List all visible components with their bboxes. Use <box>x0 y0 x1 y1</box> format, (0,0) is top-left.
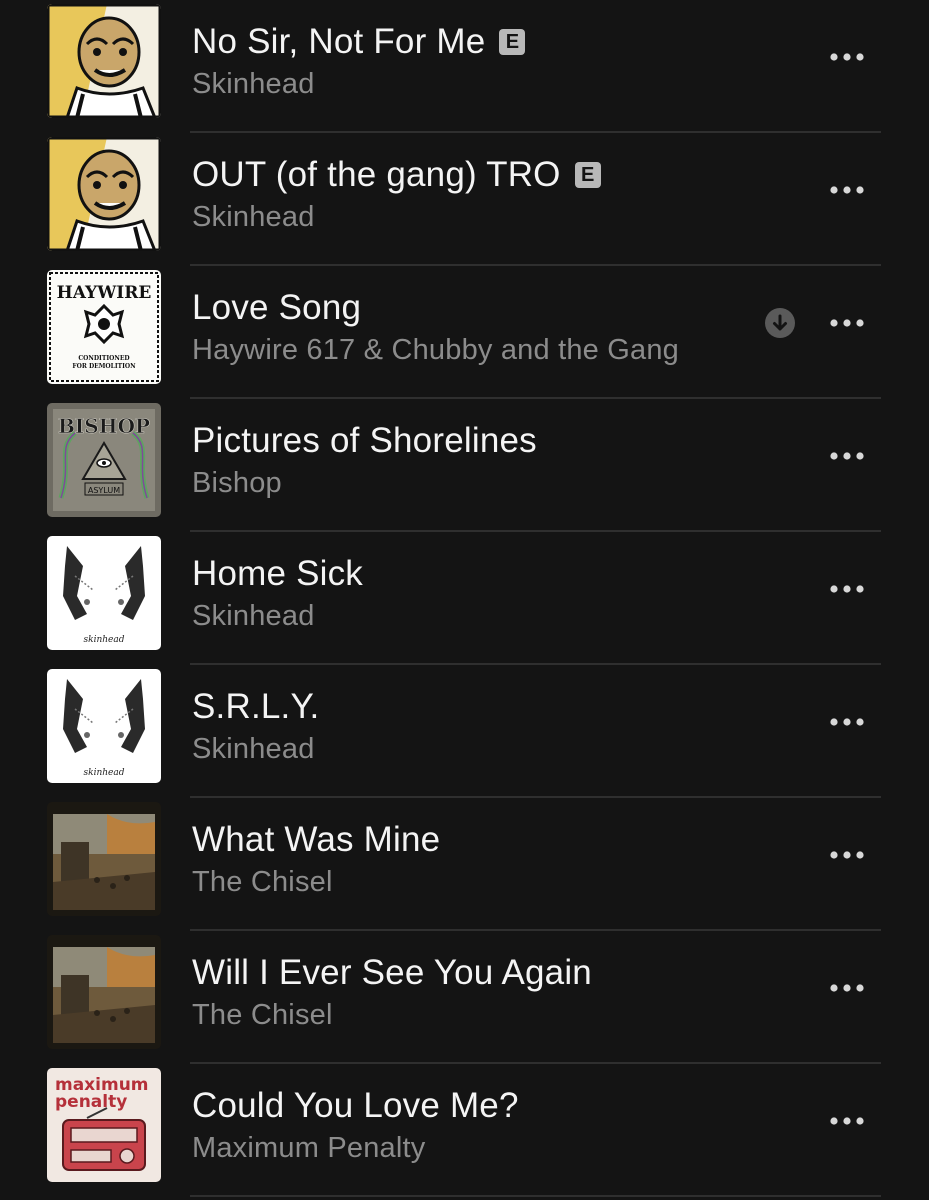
svg-text:FOR DEMOLITION: FOR DEMOLITION <box>72 363 136 370</box>
more-options-button[interactable] <box>826 444 868 468</box>
album-artwork <box>47 935 161 1049</box>
haywire-art: HAYWIRE CONDITIONED FOR DEMOLITION <box>47 270 161 384</box>
more-options-button[interactable] <box>826 178 868 202</box>
track-artist: Maximum Penalty <box>192 1132 426 1164</box>
album-artwork: skinhead <box>47 669 161 783</box>
haywire-art-title: HAYWIRE <box>57 283 152 303</box>
track-row[interactable]: maximum penalty Could You Love Me? Maxim… <box>0 1064 929 1197</box>
radio-art: maximum penalty <box>47 1068 161 1182</box>
bishop-art-subtitle: ASYLUM <box>88 486 120 495</box>
hands-art: skinhead <box>47 669 161 783</box>
ellipsis-icon <box>830 452 864 460</box>
cartoon-face-art <box>47 4 161 118</box>
track-row[interactable]: BISHOP ASYLUM Pictures of Shorelines Bis… <box>0 399 929 532</box>
album-artwork: skinhead <box>47 536 161 650</box>
ellipsis-icon <box>830 1117 864 1125</box>
more-options-button[interactable] <box>826 311 868 335</box>
explicit-badge: E <box>499 29 526 55</box>
track-title: What Was Mine <box>192 820 441 859</box>
cartoon-face-art <box>47 137 161 251</box>
more-options-button[interactable] <box>826 45 868 69</box>
album-artwork: HAYWIRE CONDITIONED FOR DEMOLITION <box>47 270 161 384</box>
track-title: No Sir, Not For Me <box>192 22 486 61</box>
more-options-button[interactable] <box>826 710 868 734</box>
ellipsis-icon <box>830 319 864 327</box>
album-artwork: maximum penalty <box>47 1068 161 1182</box>
hands-art-title: skinhead <box>84 768 125 778</box>
track-title: Could You Love Me? <box>192 1086 519 1125</box>
track-title: Home Sick <box>192 554 364 593</box>
track-row[interactable]: No Sir, Not For Me E Skinhead <box>0 0 929 133</box>
album-artwork: BISHOP ASYLUM <box>47 403 161 517</box>
track-artist: The Chisel <box>192 866 333 898</box>
album-artwork <box>47 137 161 251</box>
track-row[interactable]: skinhead Home Sick Skinhead <box>0 532 929 665</box>
track-title: Love Song <box>192 288 362 327</box>
hands-art: skinhead <box>47 536 161 650</box>
track-title: OUT (of the gang) TRO <box>192 155 561 194</box>
track-row[interactable]: What Was Mine The Chisel <box>0 798 929 931</box>
track-artist: Bishop <box>192 467 282 499</box>
track-title: Will I Ever See You Again <box>192 953 592 992</box>
row-divider <box>190 1195 881 1197</box>
track-title: Pictures of Shorelines <box>192 421 537 460</box>
painting-art <box>47 802 161 916</box>
radio-art-subtitle: penalty <box>55 1092 127 1112</box>
album-artwork <box>47 4 161 118</box>
track-row[interactable]: HAYWIRE CONDITIONED FOR DEMOLITION Love … <box>0 266 929 399</box>
ellipsis-icon <box>830 585 864 593</box>
download-indicator <box>765 308 795 338</box>
track-artist: Skinhead <box>192 68 315 100</box>
track-title: S.R.L.Y. <box>192 687 320 726</box>
more-options-button[interactable] <box>826 1109 868 1133</box>
more-options-button[interactable] <box>826 577 868 601</box>
track-artist: Skinhead <box>192 201 315 233</box>
track-row[interactable]: OUT (of the gang) TRO E Skinhead <box>0 133 929 266</box>
more-options-button[interactable] <box>826 976 868 1000</box>
track-artist: Skinhead <box>192 600 315 632</box>
ellipsis-icon <box>830 53 864 61</box>
ellipsis-icon <box>830 718 864 726</box>
track-list: No Sir, Not For Me E Skinhead OUT (of th… <box>0 0 929 1200</box>
svg-text:CONDITIONED: CONDITIONED <box>78 355 129 362</box>
bishop-art: BISHOP ASYLUM <box>47 403 161 517</box>
painting-art <box>47 935 161 1049</box>
ellipsis-icon <box>830 984 864 992</box>
more-options-button[interactable] <box>826 843 868 867</box>
track-artist: The Chisel <box>192 999 333 1031</box>
download-icon <box>765 308 795 338</box>
track-artist: Skinhead <box>192 733 315 765</box>
hands-art-title: skinhead <box>84 635 125 645</box>
track-row[interactable]: Will I Ever See You Again The Chisel <box>0 931 929 1064</box>
ellipsis-icon <box>830 851 864 859</box>
explicit-badge: E <box>574 162 601 188</box>
ellipsis-icon <box>830 186 864 194</box>
album-artwork <box>47 802 161 916</box>
track-artist: Haywire 617 & Chubby and the Gang <box>192 334 680 366</box>
track-row[interactable]: skinhead S.R.L.Y. Skinhead <box>0 665 929 798</box>
